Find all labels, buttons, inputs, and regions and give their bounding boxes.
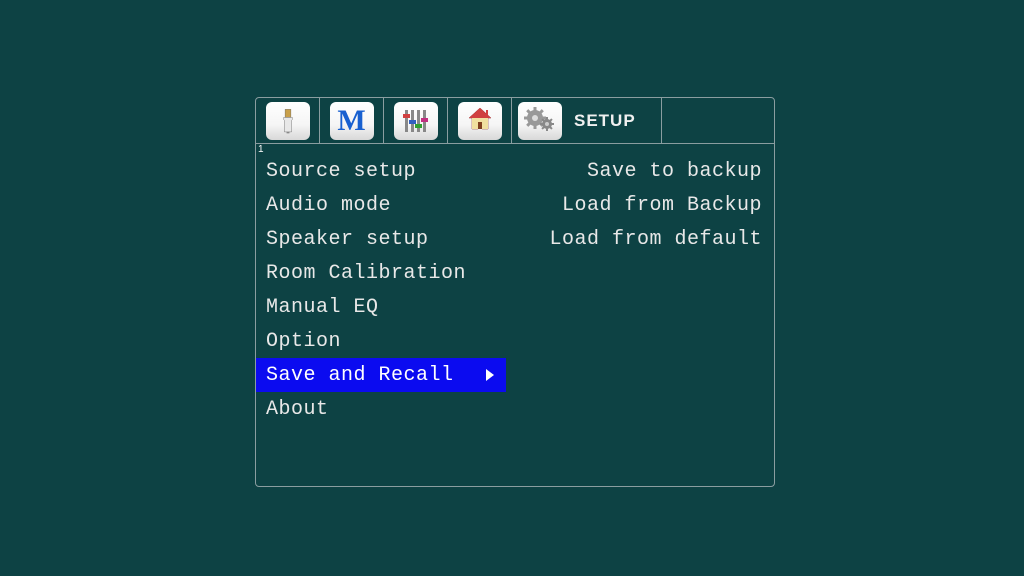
tab-bar: M	[256, 98, 774, 144]
menu-item-label: Speaker setup	[266, 228, 429, 251]
tab-eq[interactable]	[384, 98, 448, 144]
menu-item-label: Save and Recall	[266, 364, 454, 387]
m-letter-icon: M	[330, 102, 374, 140]
chevron-right-icon	[486, 369, 494, 381]
menu-item-label: Save to backup	[587, 160, 762, 183]
tab-home[interactable]	[448, 98, 512, 144]
menu-item-label: Manual EQ	[266, 296, 379, 319]
menu-audio-mode[interactable]: Audio mode	[256, 188, 506, 222]
setup-menu-list: Source setup Audio mode Speaker setup Ro…	[256, 144, 506, 486]
submenu-save-to-backup[interactable]: Save to backup	[506, 154, 774, 188]
menu-item-label: Audio mode	[266, 194, 391, 217]
menu-option[interactable]: Option	[256, 324, 506, 358]
menu-item-label: About	[266, 398, 329, 421]
tab-mode[interactable]: M	[320, 98, 384, 144]
menu-item-label: Room Calibration	[266, 262, 466, 285]
menu-item-label: Load from Backup	[562, 194, 762, 217]
hdmi-icon	[266, 102, 310, 140]
house-icon	[458, 102, 502, 140]
menu-room-calibration[interactable]: Room Calibration	[256, 256, 506, 290]
menu-about[interactable]: About	[256, 392, 506, 426]
menu-item-label: Option	[266, 330, 341, 353]
menu-item-label: Source setup	[266, 160, 416, 183]
menu-item-label: Load from default	[549, 228, 762, 251]
menu-speaker-setup[interactable]: Speaker setup	[256, 222, 506, 256]
sliders-icon	[394, 102, 438, 140]
menu-save-and-recall[interactable]: Save and Recall	[256, 358, 506, 392]
tab-input[interactable]	[256, 98, 320, 144]
content-area: 1 Source setup Audio mode Speaker setup …	[256, 144, 774, 486]
page-marker: 1	[258, 144, 264, 155]
tab-setup[interactable]: SETUP	[512, 98, 662, 144]
gears-icon	[518, 102, 562, 140]
menu-manual-eq[interactable]: Manual EQ	[256, 290, 506, 324]
submenu-load-from-backup[interactable]: Load from Backup	[506, 188, 774, 222]
menu-source-setup[interactable]: Source setup	[256, 154, 506, 188]
setup-panel: M	[255, 97, 775, 487]
submenu-load-from-default[interactable]: Load from default	[506, 222, 774, 256]
tab-setup-label: SETUP	[574, 111, 636, 131]
submenu-list: Save to backup Load from Backup Load fro…	[506, 144, 774, 486]
